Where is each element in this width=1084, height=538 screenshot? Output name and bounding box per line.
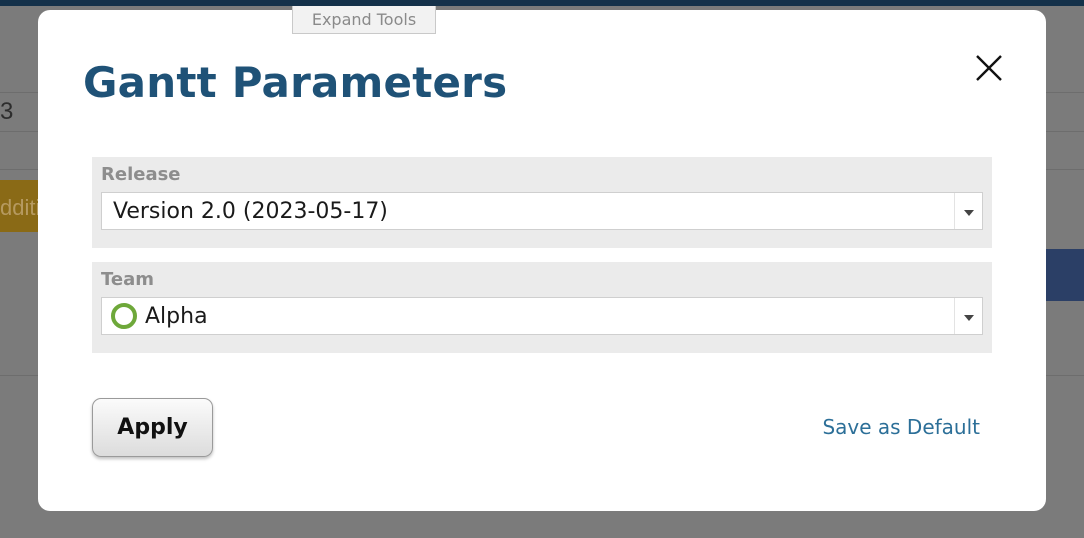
- caret-down-icon: [963, 210, 974, 216]
- background-partial-number: 3: [0, 98, 14, 125]
- expand-tools-tab[interactable]: Expand Tools: [292, 6, 436, 34]
- dialog-title: Gantt Parameters: [83, 58, 508, 107]
- gantt-parameters-dialog: Gantt Parameters Release Version 2.0 (20…: [38, 10, 1046, 511]
- close-icon: [976, 55, 1002, 81]
- team-select[interactable]: Alpha: [101, 297, 983, 335]
- release-select-value: Version 2.0 (2023-05-17): [113, 198, 388, 224]
- caret-down-icon: [963, 315, 974, 321]
- release-label: Release: [101, 164, 181, 185]
- background-top-bar: [0, 0, 1084, 6]
- save-as-default-link[interactable]: Save as Default: [822, 415, 980, 439]
- background-orange-text: dditi: [0, 195, 41, 220]
- apply-button[interactable]: Apply: [92, 398, 213, 457]
- release-field-group: Release Version 2.0 (2023-05-17): [92, 157, 992, 248]
- close-button[interactable]: [973, 52, 1005, 84]
- release-select[interactable]: Version 2.0 (2023-05-17): [101, 192, 983, 230]
- team-dropdown-arrow[interactable]: [954, 298, 982, 334]
- release-dropdown-arrow[interactable]: [954, 193, 982, 229]
- team-label: Team: [101, 269, 154, 290]
- team-status-circle-icon: [111, 303, 137, 329]
- team-select-value: Alpha: [145, 303, 208, 329]
- team-field-group: Team Alpha: [92, 262, 992, 353]
